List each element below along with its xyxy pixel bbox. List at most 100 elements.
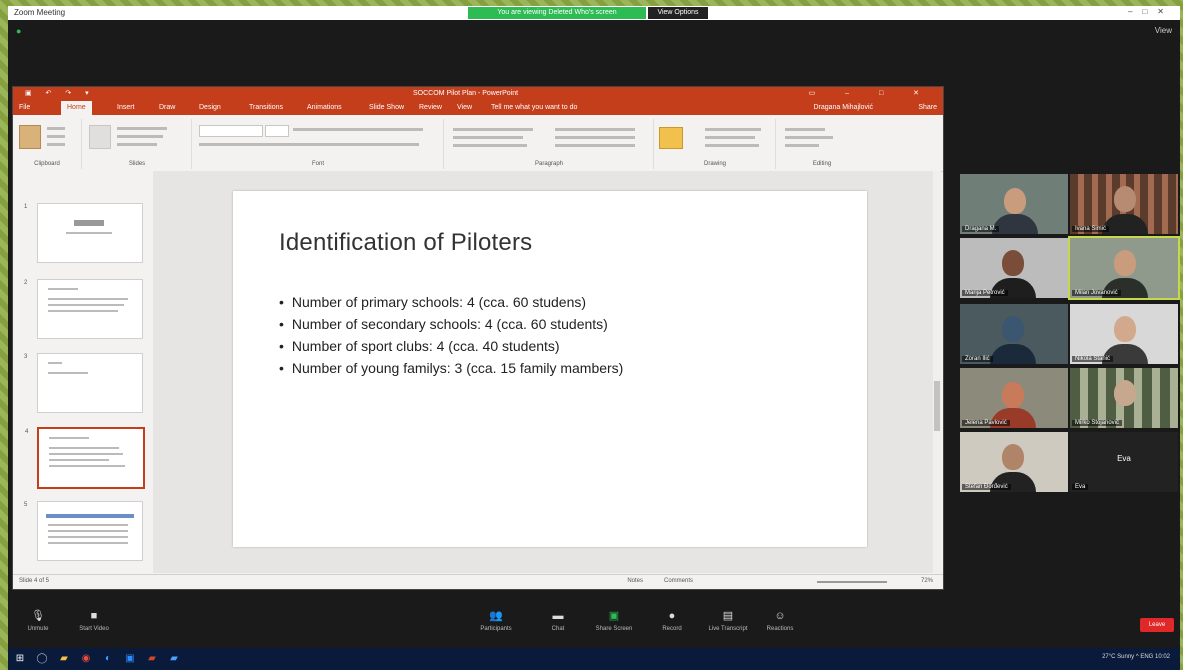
tab-file[interactable]: File [19, 104, 30, 111]
participant-name: Mirko Stojanović [1072, 420, 1123, 426]
tab-view[interactable]: View [457, 104, 472, 111]
group-paragraph: Paragraph [445, 119, 654, 169]
slide-thumbnail-3[interactable]: 3 [24, 353, 143, 413]
chat-button[interactable]: ▬ Chat [530, 610, 586, 632]
leave-meeting-button[interactable]: Leave [1140, 618, 1174, 632]
tab-design[interactable]: Design [199, 104, 221, 111]
unmute-button[interactable]: 🎙 Unmute [10, 610, 66, 632]
tab-home[interactable]: Home [61, 101, 92, 115]
microphone-icon: 🎙 [31, 610, 45, 622]
tell-me-search[interactable]: Tell me what you want to do [491, 104, 577, 111]
slide-thumbnail-pane: 1 2 3 4 5 [13, 171, 153, 571]
bullet-item: Number of sport clubs: 4 (cca. 40 studen… [279, 335, 623, 357]
participant-name: Stefan Đorđević [962, 484, 1011, 490]
zoom-window: Zoom Meeting You are viewing Deleted Who… [8, 6, 1180, 670]
quick-access-icons[interactable]: ▣ ↶ ↷ ▾ [25, 89, 95, 97]
participant-name: Nikola Stanić [1072, 356, 1114, 362]
tab-insert[interactable]: Insert [117, 104, 135, 111]
meeting-toolbar: 🎙 Unmute ■ Start Video 👥 Participants ▬ Chat… [8, 604, 1180, 648]
zoom-window-title: Zoom Meeting [14, 8, 66, 17]
paste-icon[interactable] [19, 125, 41, 149]
start-video-button[interactable]: ■ Start Video [66, 610, 122, 632]
shield-icon[interactable]: ● [16, 26, 21, 36]
group-label-editing: Editing [812, 161, 832, 167]
group-label-clipboard: Clipboard [34, 161, 60, 167]
zoom-app-icon[interactable]: ▣ [124, 653, 136, 665]
current-slide[interactable]: Identification of Piloters Number of pri… [233, 191, 867, 547]
tab-animations[interactable]: Animations [307, 104, 342, 111]
new-slide-button[interactable] [89, 125, 111, 149]
notes-button[interactable]: Notes [627, 578, 643, 584]
share-screen-icon: ▣ [608, 610, 620, 622]
start-icon[interactable]: ⊞ [14, 653, 26, 665]
participant-tile[interactable]: Zoran Ilić [960, 304, 1068, 364]
ppt-window-controls[interactable]: ▭ – □ ✕ [809, 89, 933, 97]
tab-review[interactable]: Review [419, 104, 442, 111]
ppt-titlebar: ▣ ↶ ↷ ▾ SOCCOM Pilot Plan - PowerPoint ▭… [13, 87, 943, 101]
bullet-item: Number of secondary schools: 4 (cca. 60 … [279, 313, 623, 335]
participant-tile[interactable]: Ivana Simić [1070, 174, 1178, 234]
slide-bullet-list[interactable]: Number of primary schools: 4 (cca. 60 st… [279, 291, 623, 379]
participant-tile[interactable]: Jelena Pavlović [960, 368, 1068, 428]
bullet-item: Number of primary schools: 4 (cca. 60 st… [279, 291, 623, 313]
comments-button[interactable]: Comments [664, 578, 693, 584]
slide-editing-area: Identification of Piloters Number of pri… [153, 171, 941, 573]
slide-thumbnail-4[interactable]: 4 [25, 427, 145, 489]
group-label-drawing: Drawing [703, 161, 726, 167]
font-name-select[interactable] [199, 125, 263, 137]
group-drawing: Drawing [655, 119, 776, 169]
powerpoint-app-icon[interactable]: ▰ [146, 653, 158, 665]
outlook-app-icon[interactable]: ▰ [168, 653, 180, 665]
participant-tile[interactable]: Dragana M. [960, 174, 1068, 234]
avatar [1002, 444, 1024, 470]
participant-tile[interactable]: Stefan Đorđević [960, 432, 1068, 492]
zoom-level[interactable]: 72% [921, 578, 933, 584]
group-clipboard: Clipboard [13, 119, 82, 169]
tab-transitions[interactable]: Transitions [249, 104, 283, 111]
search-icon[interactable]: ◯ [36, 653, 48, 665]
participant-tile-video-off[interactable]: Eva Eva [1070, 432, 1178, 492]
slide-thumbnail-2[interactable]: 2 [24, 279, 143, 339]
font-size-select[interactable] [265, 125, 289, 137]
shared-powerpoint-window: ▣ ↶ ↷ ▾ SOCCOM Pilot Plan - PowerPoint ▭… [12, 86, 944, 590]
participant-name: Zoran Ilić [962, 356, 993, 362]
live-transcript-button[interactable]: ▤ Live Transcript [700, 610, 756, 632]
reactions-button[interactable]: ☺ Reactions [752, 610, 808, 632]
share-screen-button[interactable]: ▣ Share Screen [586, 610, 642, 632]
view-button[interactable]: View [1155, 26, 1172, 35]
vertical-scrollbar[interactable] [933, 171, 941, 573]
participant-tile[interactable]: Marija Petrović [960, 238, 1068, 298]
participants-button[interactable]: 👥 Participants [468, 610, 524, 632]
zoom-titlebar: Zoom Meeting You are viewing Deleted Who… [8, 6, 1180, 20]
slide-title[interactable]: Identification of Piloters [279, 229, 532, 257]
avatar [1114, 316, 1136, 342]
arrange-icon[interactable] [659, 127, 683, 149]
participant-tile-active-speaker[interactable]: Milan Jovanović [1068, 236, 1180, 300]
slide-thumbnail-1[interactable]: 1 [24, 203, 143, 263]
tab-draw[interactable]: Draw [159, 104, 175, 111]
ribbon-tabs: File Home Insert Draw Design Transitions… [13, 101, 943, 115]
group-label-paragraph: Paragraph [534, 161, 564, 167]
file-explorer-icon[interactable]: ▰ [58, 653, 70, 665]
ppt-share-button[interactable]: Share [918, 104, 937, 111]
participant-tile[interactable]: Nikola Stanić [1070, 304, 1178, 364]
view-options-button[interactable]: View Options [648, 7, 708, 19]
participant-display-name: Eva [1117, 454, 1131, 463]
participant-tile[interactable]: Mirko Stojanović [1070, 368, 1178, 428]
zoom-slider[interactable] [817, 581, 887, 583]
avatar [1002, 316, 1024, 342]
avatar [1114, 250, 1136, 276]
tab-slide-show[interactable]: Slide Show [369, 104, 404, 111]
slide-thumbnail-5[interactable]: 5 [24, 501, 143, 561]
record-button[interactable]: ● Record [644, 610, 700, 632]
screen-share-banner: You are viewing Deleted Who's screen [468, 7, 646, 19]
window-controls[interactable]: –□✕ [1128, 7, 1174, 16]
user-name[interactable]: Dragana Mihajlović [813, 104, 873, 111]
chrome-icon[interactable]: ◉ [80, 653, 92, 665]
edge-icon[interactable]: ◐ [102, 653, 114, 665]
record-icon: ● [668, 610, 676, 622]
avatar [1114, 380, 1136, 406]
reactions-icon: ☺ [774, 610, 786, 622]
ppt-status-bar: Slide 4 of 5 Notes Comments 72% [13, 574, 943, 589]
system-tray[interactable]: 27°C Sunny ^ ENG 10:02 [1102, 654, 1170, 660]
